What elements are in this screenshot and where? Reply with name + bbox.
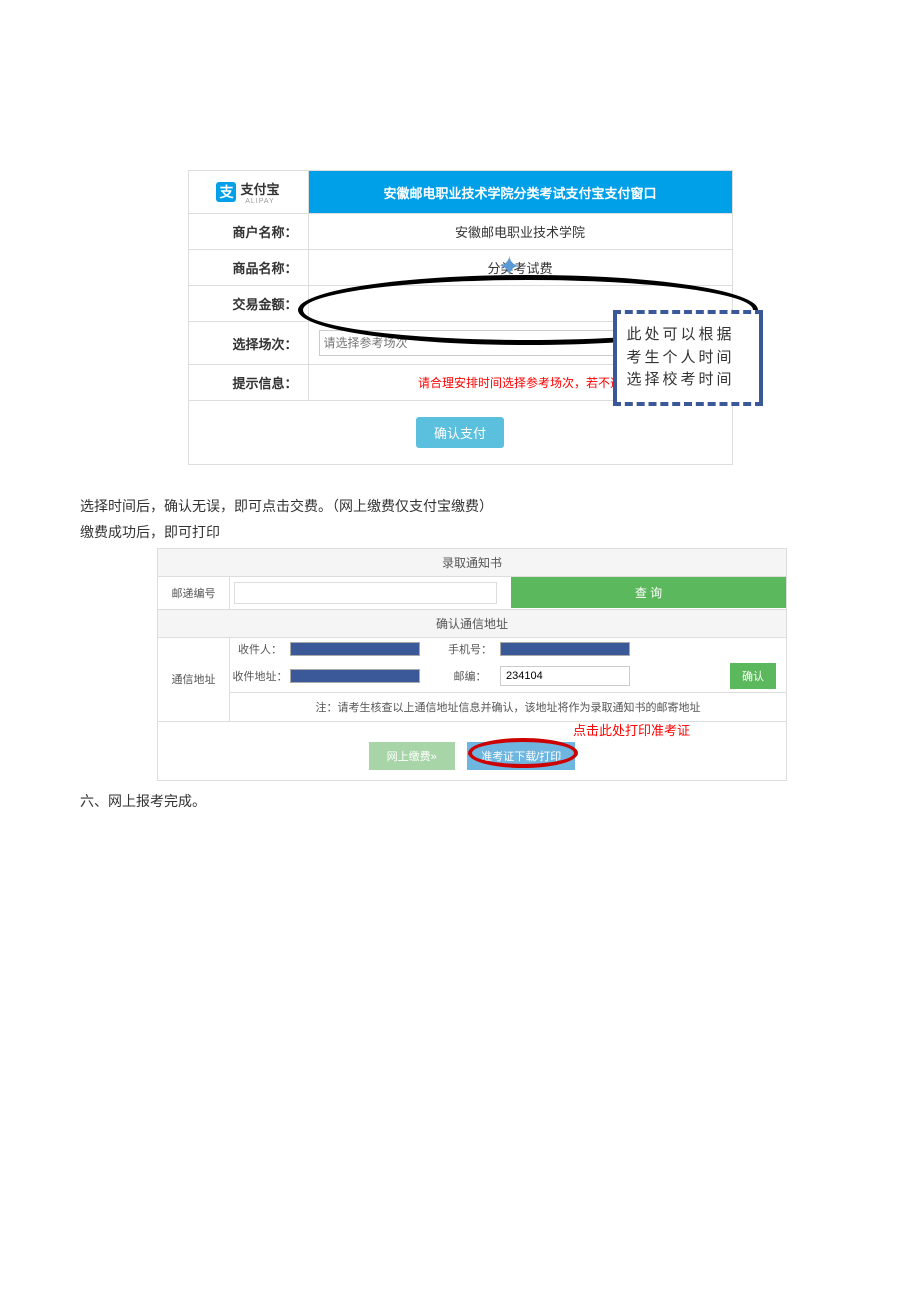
merchant-label: 商户名称： (188, 214, 308, 250)
addr-sub-label: 收件地址： (230, 668, 290, 684)
confirm-address-button[interactable]: 确认 (730, 663, 776, 689)
tip-label: 提示信息： (188, 365, 308, 401)
merchant-value: 安徽邮电职业技术学院 (308, 214, 732, 250)
address-form: 录取通知书 邮递编号 查 询 确认通信地址 通信地址 收件人： 手机号： 收件地… (157, 548, 787, 781)
amount-label: 交易金额： (188, 286, 308, 322)
recipient-label: 收件人： (230, 641, 290, 657)
admit-title: 录取通知书 (158, 549, 786, 577)
instruction-para-2: 缴费成功后，即可打印 (80, 521, 840, 543)
instruction-para-1: 选择时间后，确认无误，即可点击交费。（网上缴费仅支付宝缴费） (80, 495, 840, 517)
confirm-addr-title: 确认通信地址 (158, 610, 786, 638)
addr-label: 通信地址 (158, 638, 230, 721)
payment-header-title: 安徽邮电职业技术学院分类考试支付宝支付窗口 (308, 171, 732, 214)
mail-no-input[interactable] (234, 582, 497, 604)
print-hint-text: 点击此处打印准考证 (573, 720, 690, 739)
print-admit-card-button[interactable]: 准考证下载/打印 (467, 742, 575, 770)
tip-text: 请合理安排时间选择参考场次，若不选 (418, 376, 622, 390)
product-label: 商品名称： (188, 250, 308, 286)
query-button[interactable]: 查 询 (511, 577, 786, 608)
alipay-brand: 支付宝 (240, 182, 279, 197)
postcode-input[interactable] (500, 666, 630, 686)
recipient-value-redacted (290, 642, 420, 656)
confirm-cell: 确认支付 (188, 401, 732, 465)
confirm-payment-button[interactable]: 确认支付 (416, 417, 504, 448)
address-note: 注：请考生核查以上通信地址信息并确认，该地址将作为录取通知书的邮寄地址 (230, 692, 786, 721)
star-annotation-icon: ✦ (498, 250, 521, 283)
alipay-sub: ALIPAY (240, 198, 279, 205)
phone-value-redacted (500, 642, 630, 656)
online-payment-button[interactable]: 网上缴费» (369, 742, 455, 770)
session-note-callout: 此处可以根据考生个人时间选择校考时间 (613, 310, 763, 406)
payment-window: ✦ 此处可以根据考生个人时间选择校考时间 支 支付宝 ALIPAY 安徽邮电职业… (188, 170, 733, 465)
session-label: 选择场次： (188, 322, 308, 365)
section-6-text: 六、网上报考完成。 (80, 791, 840, 811)
addr-value-redacted (290, 669, 420, 683)
alipay-icon: 支 (216, 182, 236, 202)
postcode-label: 邮编： (440, 668, 500, 684)
phone-label: 手机号： (440, 641, 500, 657)
action-buttons-row: 点击此处打印准考证 网上缴费» 准考证下载/打印 (158, 722, 786, 780)
alipay-logo-cell: 支 支付宝 ALIPAY (188, 171, 308, 214)
mail-no-label: 邮递编号 (158, 577, 230, 609)
